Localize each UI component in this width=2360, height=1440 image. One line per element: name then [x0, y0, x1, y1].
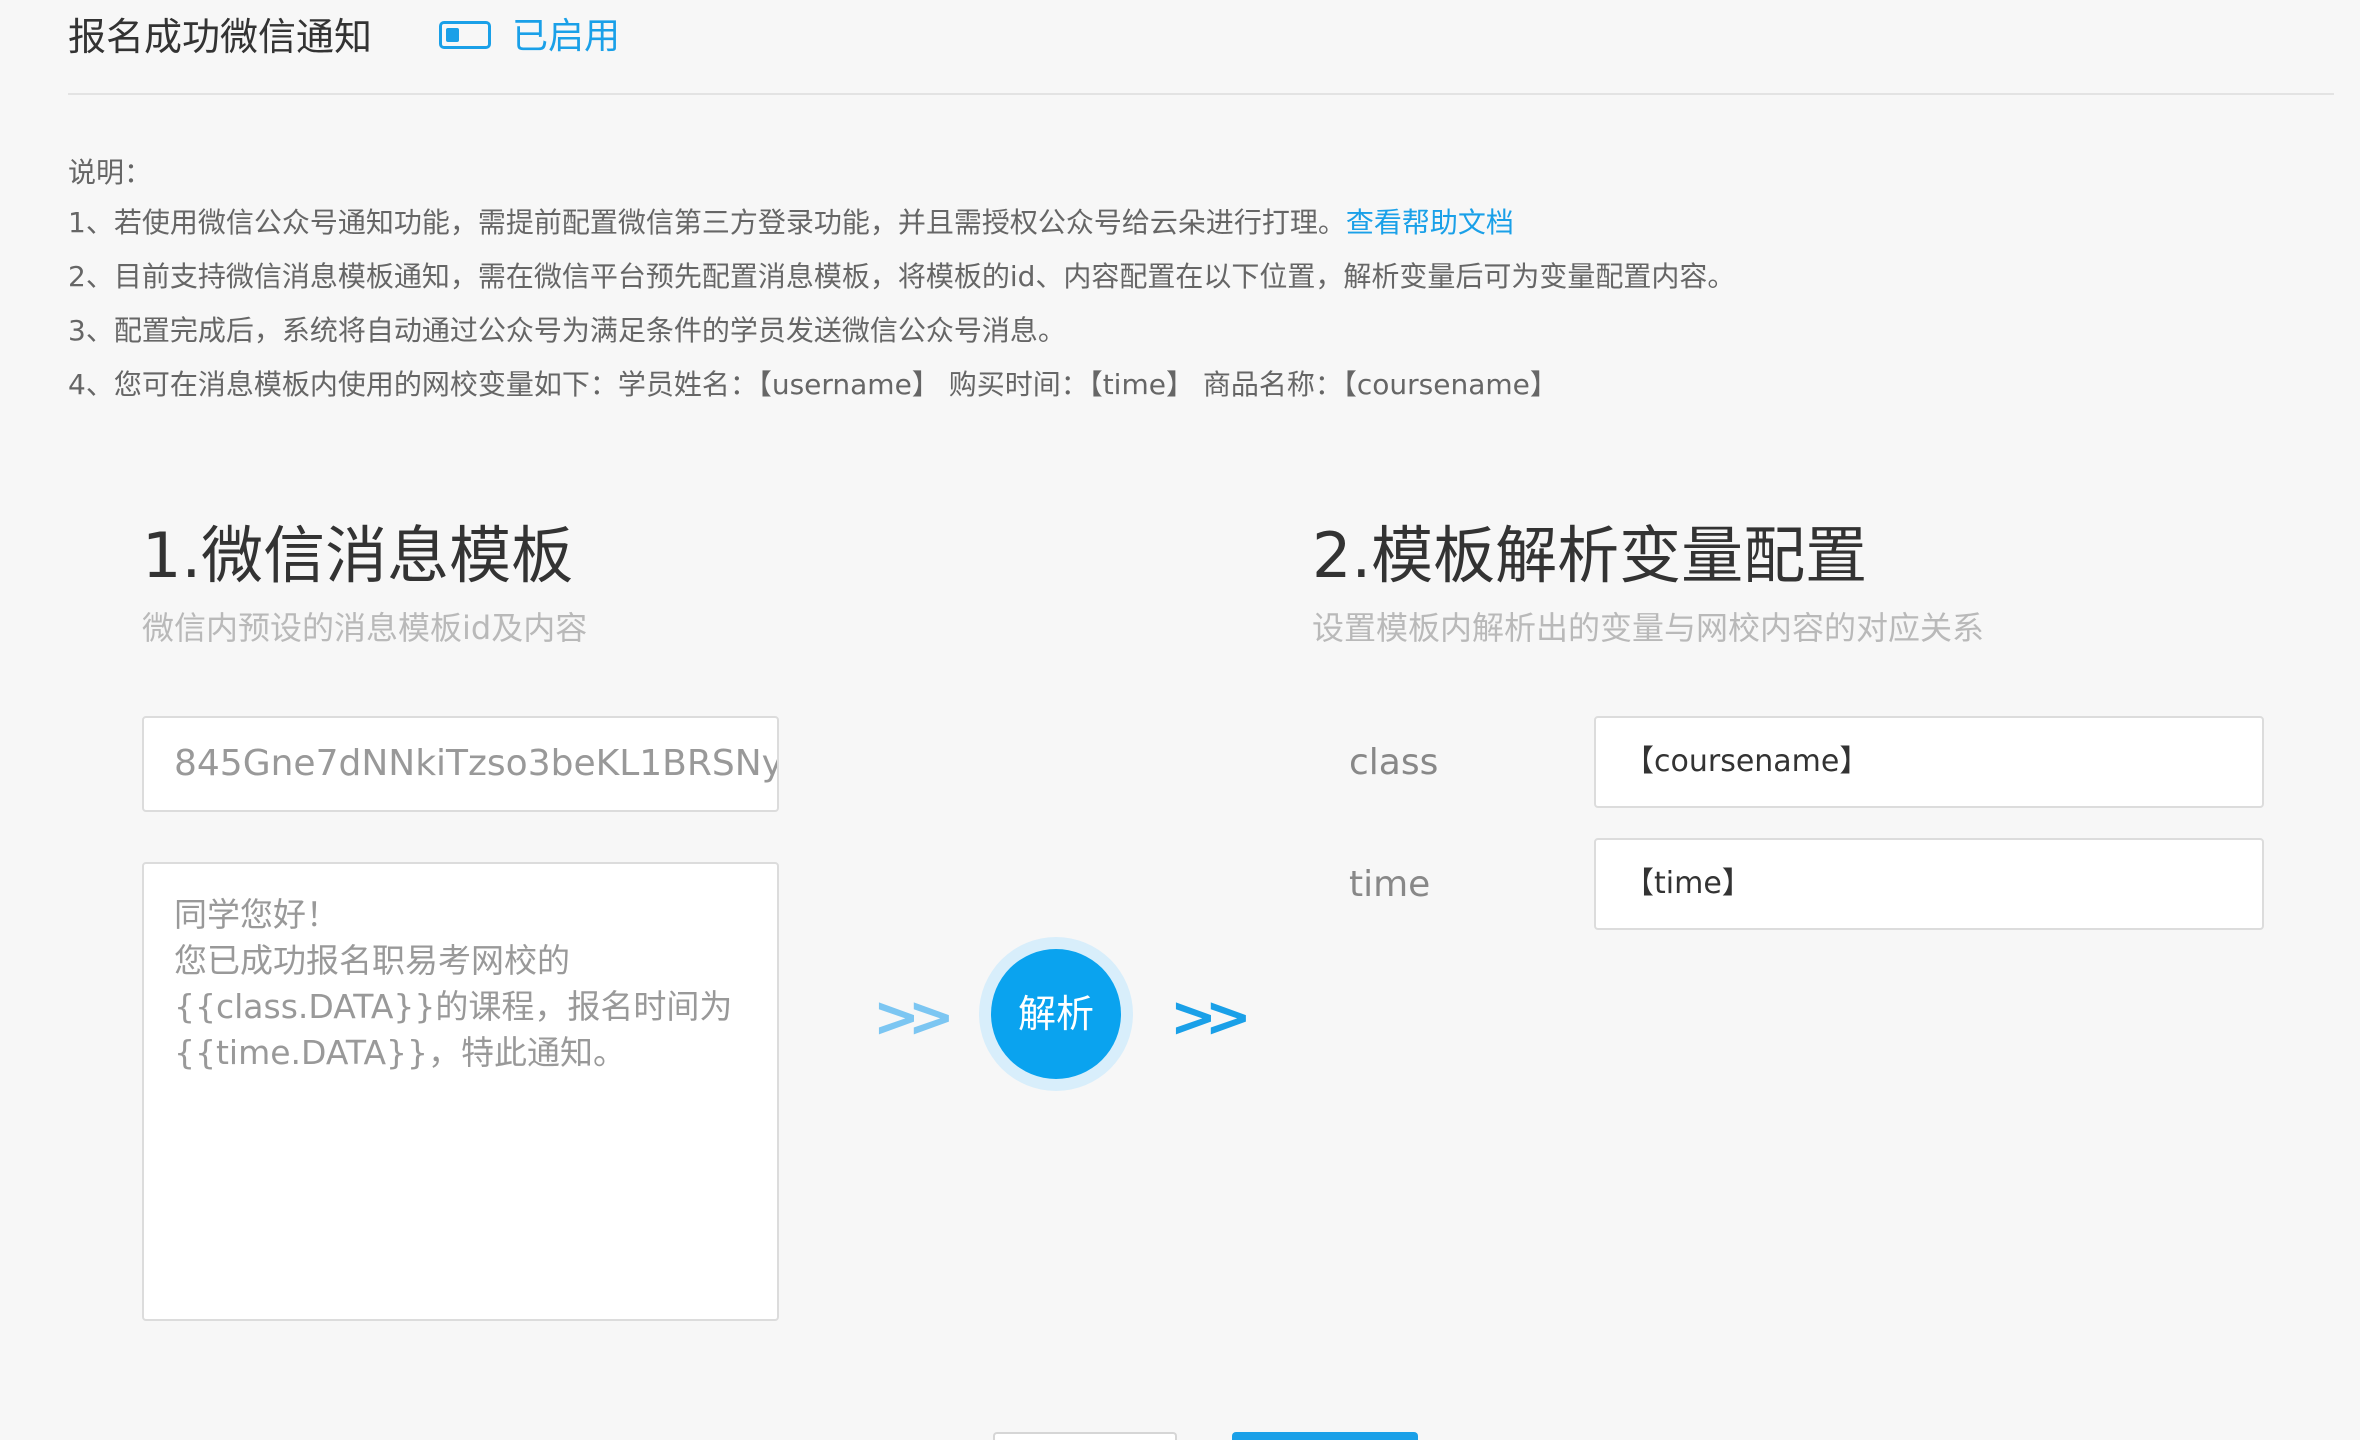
header-divider [68, 93, 2334, 95]
help-doc-link[interactable]: 查看帮助文档 [1346, 206, 1514, 239]
notes-heading: 说明： [68, 156, 153, 189]
variable-name-label: class [1349, 742, 1439, 783]
content-line: {{class.DATA}}的课程，报名时间为 [174, 987, 733, 1026]
toggle-knob [446, 28, 459, 42]
variable-value-input-time[interactable]: 【time】 [1594, 838, 2264, 930]
template-content-textarea[interactable]: 同学您好！ 您已成功报名职易考网校的 {{class.DATA}}的课程，报名时… [142, 862, 779, 1321]
template-id-value: 845Gne7dNNkiTzso3beKL1BRSNyGu [174, 743, 779, 784]
notes-list: 1、若使用微信公众号通知功能，需提前配置微信第三方登录功能，并且需授权公众号给云… [68, 196, 2268, 412]
double-chevron-right-icon: >> [1170, 985, 1252, 1050]
variable-name-label: time [1349, 864, 1431, 905]
variable-value: 【time】 [1624, 866, 1752, 901]
note-item: 3、配置完成后，系统将自动通过公众号为满足条件的学员发送微信公众号消息。 [68, 314, 1066, 347]
variable-value: 【coursename】 [1624, 744, 1870, 779]
content-line: 您已成功报名职易考网校的 [174, 941, 570, 980]
template-section-subtitle: 微信内预设的消息模板id及内容 [142, 609, 588, 647]
template-section-title: 1.微信消息模板 [142, 519, 574, 592]
double-chevron-right-icon: >> [873, 985, 955, 1050]
note-item: 1、若使用微信公众号通知功能，需提前配置微信第三方登录功能，并且需授权公众号给云… [68, 196, 2268, 250]
parse-button[interactable]: 解析 [991, 949, 1121, 1079]
note-item: 2、目前支持微信消息模板通知，需在微信平台预先配置消息模板，将模板的id、内容配… [68, 260, 1736, 293]
content-line: 同学您好！ [174, 895, 339, 934]
note-item: 4、您可在消息模板内使用的网校变量如下：学员姓名：【username】 购买时间… [68, 368, 1558, 401]
note-text: 1、若使用微信公众号通知功能，需提前配置微信第三方登录功能，并且需授权公众号给云… [68, 206, 1346, 239]
variable-section-title: 2.模板解析变量配置 [1312, 519, 1868, 592]
content-line: {{time.DATA}}，特此通知。 [174, 1033, 627, 1072]
variable-section-subtitle: 设置模板内解析出的变量与网校内容的对应关系 [1312, 609, 1985, 647]
enable-toggle[interactable] [439, 21, 491, 49]
cancel-button[interactable] [993, 1432, 1177, 1440]
save-button[interactable] [1232, 1432, 1418, 1440]
template-id-input[interactable]: 845Gne7dNNkiTzso3beKL1BRSNyGu [142, 716, 779, 812]
variable-value-input-class[interactable]: 【coursename】 [1594, 716, 2264, 808]
page-title: 报名成功微信通知 [68, 15, 373, 59]
toggle-status-label: 已启用 [512, 16, 621, 57]
template-content-text: 同学您好！ 您已成功报名职易考网校的 {{class.DATA}}的课程，报名时… [174, 892, 754, 1076]
